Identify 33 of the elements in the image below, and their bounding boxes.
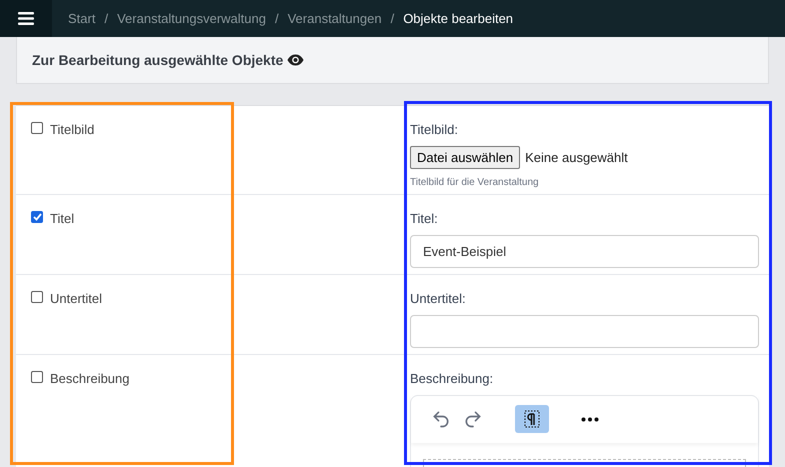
checkbox-label: Untertitel (50, 290, 102, 308)
text-field[interactable] (410, 314, 759, 348)
checkbox[interactable] (31, 371, 43, 383)
field-label: Titelbild: (410, 121, 459, 139)
breadcrumb-link[interactable]: Start (68, 8, 96, 28)
checkbox[interactable] (31, 122, 43, 134)
more-icon[interactable] (581, 416, 599, 422)
checkbox[interactable] (31, 211, 43, 223)
checkbox-label: Titelbild (50, 121, 94, 139)
file-status: Keine ausgewählt (525, 148, 628, 167)
choose-file-button[interactable]: Datei auswählen (410, 146, 520, 169)
breadcrumb-separator: / (274, 10, 279, 28)
field-label: Beschreibung: (410, 370, 494, 388)
menu-button[interactable] (0, 0, 52, 37)
paragraph-button[interactable] (515, 405, 549, 433)
field-label: Untertitel: (410, 290, 467, 308)
menu-icon (18, 12, 34, 25)
field-label: Titel: (410, 210, 439, 228)
redo-icon[interactable] (463, 409, 483, 429)
breadcrumb-separator: / (390, 10, 394, 28)
checkbox-label: Beschreibung (50, 370, 130, 388)
text-field[interactable]: Event-Beispiel (410, 234, 759, 268)
breadcrumb-link[interactable]: Veranstaltungsverwaltung (117, 8, 266, 28)
help-text: Titelbild für die Veranstaltung (410, 176, 540, 190)
checkbox-label: Titel (50, 210, 74, 228)
breadcrumb-separator: / (104, 10, 108, 28)
checkbox[interactable] (31, 291, 43, 303)
breadcrumb-link[interactable]: Objekte bearbeiten (403, 8, 514, 28)
eye-icon[interactable] (287, 54, 304, 66)
header-title: Zur Bearbeitung ausgewählte Objekte (32, 50, 284, 70)
breadcrumb-link[interactable]: Veranstaltungen (288, 8, 382, 28)
paragraph-icon (524, 410, 540, 428)
undo-icon[interactable] (431, 409, 451, 429)
